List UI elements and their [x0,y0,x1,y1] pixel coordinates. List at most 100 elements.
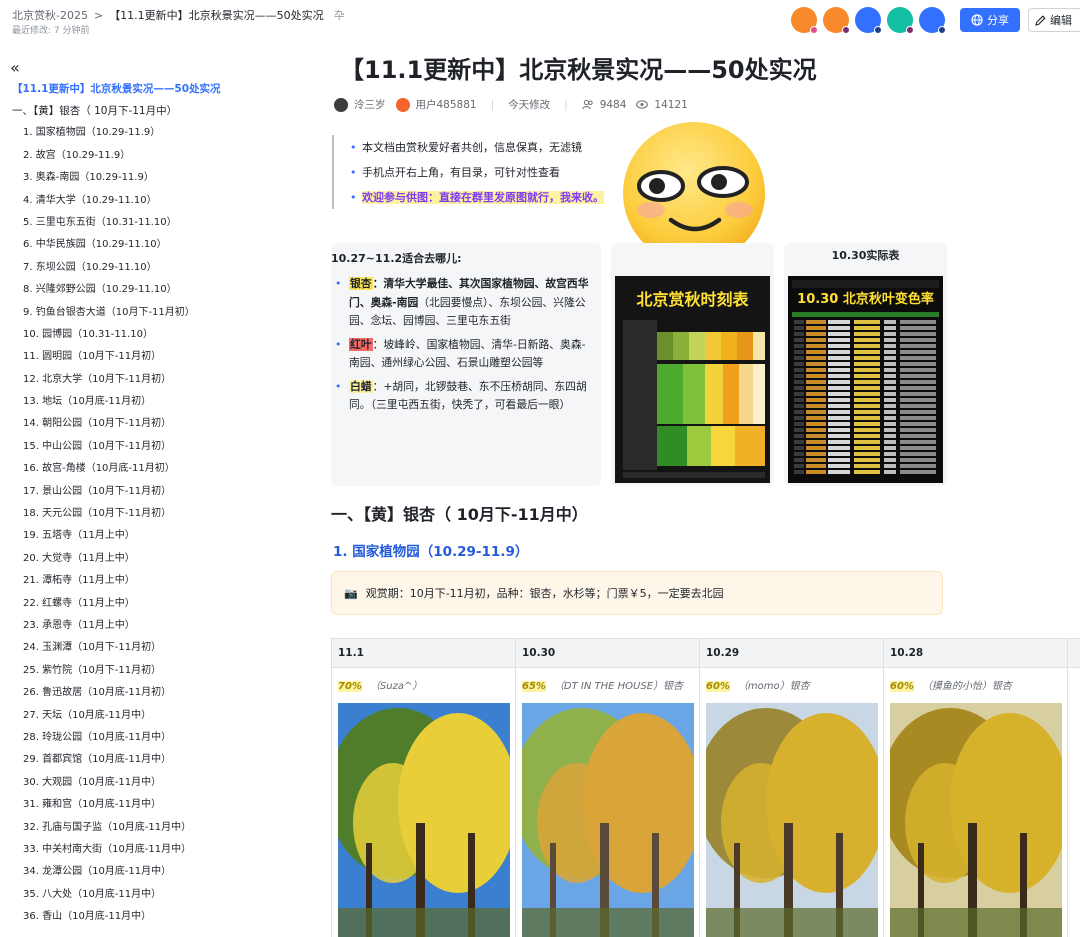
divider: | [490,98,495,111]
collapse-sidebar-icon[interactable]: « [10,58,20,77]
toc-item[interactable]: 34. 龙潭公园（10月底-11月中） [12,863,312,881]
toc-item[interactable]: 27. 天坛（10月底-11月中） [12,707,312,725]
divider: | [564,98,568,111]
poster-row-bar [828,416,850,420]
poster-row-bar [854,464,880,468]
avatar[interactable] [855,7,882,34]
poster-row-bar [884,386,896,390]
breadcrumb-root[interactable]: 北京赏秋-2025 [12,7,88,23]
share-button[interactable]: 分享 [960,8,1020,32]
ginkgo-photo[interactable] [890,703,1062,937]
avatar[interactable] [823,7,850,34]
poster-row-bar [900,398,936,402]
toc-item[interactable]: 4. 清华大学（10.29-11.10） [12,192,312,210]
toc-item[interactable]: 29. 首都宾馆（10月底-11月中） [12,751,312,769]
autumn-schedule-poster[interactable]: 北京赏秋时刻表 [615,276,770,483]
toc-item[interactable]: 2. 故宫（10.29-11.9） [12,147,312,165]
photo-credit: （Suza^） [369,681,423,692]
toc-item[interactable]: 32. 孔庙与国子监（10月底-11月中） [12,819,312,837]
poster-row-bar [806,464,826,468]
subsection-heading: 1. 国家植物园（10.29-11.9） [333,544,529,560]
toc-item[interactable]: 18. 天元公园（10月下-11月初） [12,505,312,523]
poster-row-bar [794,470,804,474]
poster-row-bar [794,416,804,420]
toc-item[interactable]: 21. 潭柘寺（11月上中） [12,572,312,590]
toc-item[interactable]: 19. 五塔寺（11月上中） [12,527,312,545]
poster-row-bar [854,470,880,474]
toc-item[interactable]: 10. 园博园（10.31-11.10） [12,326,312,344]
edit-button[interactable]: 编辑 [1028,8,1080,32]
toc-item[interactable]: 14. 朝阳公园（10月下-11月初） [12,415,312,433]
poster-row-bar [828,458,850,462]
poster-row-bar [794,434,804,438]
toc-item[interactable]: 9. 钓鱼台银杏大道（10月下-11月初） [12,304,312,322]
ginkgo-photo[interactable] [338,703,510,937]
table-of-contents: 【11.1更新中】北京秋景实况——50处实况 一、【黄】银杏（ 10月下-11月… [12,80,312,930]
toc-item[interactable]: 22. 红螺寺（11月上中） [12,595,312,613]
poster-row-bar [794,368,804,372]
poster-row-bar [828,392,850,396]
toc-item[interactable]: 31. 雍和宫（10月底-11月中） [12,796,312,814]
modified-text: 今天修改 [508,99,551,111]
poster-row-bar [828,452,850,456]
toc-item[interactable]: 33. 中关村南大街（10月底-11月中） [12,841,312,859]
toc-item[interactable]: 17. 景山公园（10月下-11月初） [12,483,312,501]
poster-row-bar [854,380,880,384]
photo-credit-line: 65% （DT IN THE HOUSE）银杏 [522,677,683,692]
poster-row-bar [794,320,804,324]
poster-row-bar [854,332,880,336]
poster-row-bar [854,362,880,366]
poster-row-bar [828,434,850,438]
poster-row-bar [794,380,804,384]
author-avatar[interactable] [395,97,410,112]
toc-section[interactable]: 一、【黄】银杏（ 10月下-11月中） [12,102,312,120]
toc-item[interactable]: 20. 大觉寺（11月上中） [12,550,312,568]
toc-item[interactable]: 13. 地坛（10月底-11月初） [12,393,312,411]
author-name[interactable]: 泠三岁 [354,97,386,112]
toc-item[interactable]: 24. 玉渊潭（10月下-11月初） [12,639,312,657]
ash-tree-tag: 白蜡 [349,379,373,393]
edit-label: 编辑 [1050,14,1072,27]
ginkgo-photo[interactable] [706,703,878,937]
toc-item[interactable]: 36. 香山（10月底-11月中） [12,908,312,926]
poster-row-bar [806,452,826,456]
toc-item[interactable]: 16. 故宫-角楼（10月底-11月初） [12,460,312,478]
avatar[interactable] [887,7,914,34]
poster-row-bar [884,452,896,456]
breadcrumb-current[interactable]: 【11.1更新中】北京秋景实况——50处实况 [109,7,324,23]
toc-item[interactable]: 5. 三里屯东五街（10.31-11.10） [12,214,312,232]
poster-row-bar [884,428,896,432]
toc-item[interactable]: 3. 奥森-南园（10.29-11.9） [12,169,312,187]
ginkgo-photo[interactable] [522,703,694,937]
avatar-status-dot [810,26,818,34]
toc-item[interactable]: 12. 北京大学（10月下-11月初） [12,371,312,389]
toc-item[interactable]: 1. 国家植物园（10.29-11.9） [12,124,312,142]
toc-item[interactable]: 8. 兴隆郊野公园（10.29-11.10） [12,281,312,299]
toc-title[interactable]: 【11.1更新中】北京秋景实况——50处实况 [12,80,312,98]
toc-item[interactable]: 6. 中华民族园（10.29-11.10） [12,236,312,254]
poster-row-bar [854,404,880,408]
toc-item[interactable]: 35. 八大处（10月底-11月中） [12,886,312,904]
color-change-table-poster[interactable]: 10.30 北京秋叶变色率 [788,276,943,483]
table-column-header: 10.28 [884,639,1068,668]
poster-title: 北京赏秋时刻表 [636,290,749,309]
poster-row-bar [806,404,826,408]
toc-item[interactable]: 30. 大观园（10月底-11月中） [12,774,312,792]
toc-item[interactable]: 7. 东坝公园（10.29-11.10） [12,259,312,277]
author-avatar[interactable] [334,97,348,112]
recommendation-text: ：+胡同，北锣鼓巷、东不压桥胡同、东四胡同。（三里屯西五街，快秃了，可看最后一眼… [349,379,587,412]
poster-row-bar [884,392,896,396]
pin-icon[interactable]: 卆 [334,7,345,23]
toc-item[interactable]: 28. 玲珑公园（10月底-11月中） [12,729,312,747]
avatar[interactable] [919,7,946,34]
toc-item[interactable]: 15. 中山公园（10月下-11月初） [12,438,312,456]
toc-item[interactable]: 25. 紫竹院（10月下-11月初） [12,662,312,680]
author-name[interactable]: 用户485881 [416,97,477,112]
toc-item[interactable]: 11. 圆明园（10月下-11月初） [12,348,312,366]
toc-item[interactable]: 26. 鲁迅故居（10月底-11月初） [12,684,312,702]
ginkgo-tag: 银杏 [349,277,373,290]
poster-row-bar [794,428,804,432]
table-column-header: 10.30 [516,639,700,668]
toc-item[interactable]: 23. 承恩寺（11月上中） [12,617,312,635]
avatar[interactable] [791,7,818,34]
